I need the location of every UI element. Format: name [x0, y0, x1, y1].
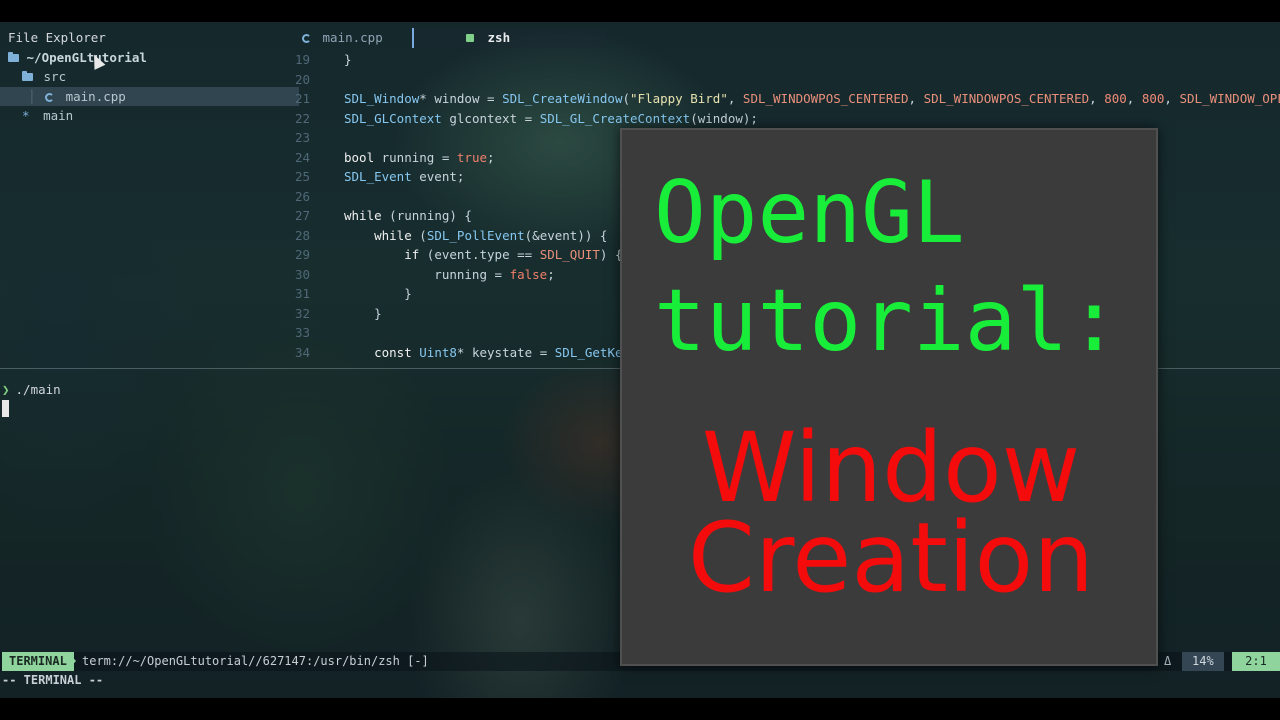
code-line: 31 }	[272, 284, 412, 303]
code-text: SDL_Event event;	[344, 169, 465, 184]
tree-item-label: main.cpp	[65, 89, 126, 104]
tree-item-root-folder[interactable]: ~/OpenGLtutorial	[0, 48, 279, 67]
line-number: 33	[294, 325, 310, 340]
cpp-file-icon	[45, 93, 55, 102]
code-line: 25 SDL_Event event;	[272, 167, 464, 186]
tab-main-cpp[interactable]: main.cpp	[292, 28, 422, 48]
tree-item-label: main	[43, 108, 74, 123]
code-line: 21 SDL_Window* window = SDL_CreateWindow(…	[272, 89, 1280, 108]
code-text: bool running = true;	[344, 149, 495, 165]
code-line: 24 bool running = true;	[272, 148, 495, 167]
status-percent: 14%	[1182, 652, 1224, 671]
tab-zsh[interactable]: zsh	[412, 28, 606, 48]
line-number: 32	[294, 305, 310, 321]
title-line-creation: Creation	[687, 502, 1095, 614]
terminal-command: ./main	[15, 382, 61, 397]
line-number: 22	[294, 110, 310, 126]
code-text: }	[344, 52, 352, 67]
line-number: 19	[294, 52, 310, 67]
tree-item-main-cpp[interactable]: │ main.cpp	[0, 87, 299, 106]
code-text: SDL_Window* window = SDL_CreateWindow("F…	[344, 91, 1280, 106]
code-text: }	[344, 286, 412, 301]
title-line-tutorial: tutorial:	[654, 271, 1120, 371]
tree-item-src-folder[interactable]: src	[0, 67, 293, 86]
terminal-pane[interactable]: ❯ ./main	[0, 382, 620, 642]
line-number: 20	[294, 71, 310, 87]
tab-bar: main.cpp zsh	[272, 28, 1280, 48]
line-number: 29	[294, 247, 310, 262]
title-card: OpenGL tutorial: Window Creation	[620, 128, 1158, 666]
terminal-cursor	[2, 400, 9, 417]
code-line: 29 if (event.type == SDL_QUIT) {	[272, 245, 623, 264]
status-path: term://~/OpenGLtutorial//627147:/usr/bin…	[82, 654, 429, 668]
tree-item-label: src	[43, 69, 67, 84]
tab-label: zsh	[487, 30, 511, 45]
executable-marker-icon: *	[22, 108, 30, 123]
explorer-title: File Explorer	[8, 30, 106, 45]
code-line: 20	[272, 70, 310, 89]
code-line: 19}	[272, 50, 352, 69]
tree-item-label: ~/OpenGLtutorial	[26, 50, 147, 65]
folder-icon	[8, 52, 19, 62]
tree-indent-guide: │	[28, 89, 36, 104]
delta-icon: Δ	[1164, 654, 1172, 668]
title-line-opengl: OpenGL	[654, 163, 965, 263]
line-number: 31	[294, 286, 310, 301]
tree-item-main-executable[interactable]: * main	[0, 106, 293, 125]
code-line: 32 }	[272, 304, 382, 323]
code-text: while (SDL_PollEvent(&event)) {	[374, 227, 608, 243]
code-line: 23	[272, 128, 310, 147]
code-line: 26	[272, 187, 310, 206]
mode-badge: TERMINAL	[2, 652, 74, 671]
cpp-file-icon	[302, 34, 311, 43]
code-line: 22 SDL_GLContext glcontext = SDL_GL_Creat…	[272, 109, 758, 128]
mode-badge-separator	[68, 652, 76, 670]
folder-icon	[22, 71, 33, 81]
code-text: }	[344, 305, 382, 321]
line-number: 25	[294, 169, 310, 184]
file-explorer: File Explorer ~/OpenGLtutorial src │ mai…	[0, 22, 299, 368]
mode-indicator: -- TERMINAL --	[2, 673, 104, 687]
tab-label: main.cpp	[322, 30, 383, 45]
code-line: 27 while (running) {	[272, 206, 472, 225]
code-line: 33	[272, 323, 310, 342]
terminal-prompt-line: ❯ ./main	[2, 382, 61, 397]
terminal-icon	[466, 34, 474, 42]
code-text: const Uint8* keystate = SDL_GetKeyboa	[374, 344, 653, 360]
status-cursor-position: 2:1	[1232, 652, 1280, 671]
line-number: 30	[294, 266, 310, 282]
code-text: running = false;	[344, 266, 555, 282]
code-text: SDL_GLContext glcontext = SDL_GL_CreateC…	[344, 110, 758, 126]
line-number: 27	[294, 208, 310, 223]
code-text: while (running) {	[344, 208, 472, 223]
code-line: 30 running = false;	[272, 265, 555, 284]
code-line: 34 const Uint8* keystate = SDL_GetKeyboa	[272, 343, 653, 362]
line-number: 26	[294, 188, 310, 204]
line-number: 21	[294, 91, 310, 106]
line-number: 34	[294, 344, 310, 360]
line-number: 24	[294, 149, 310, 165]
code-line: 28 while (SDL_PollEvent(&event)) {	[272, 226, 608, 245]
code-text: if (event.type == SDL_QUIT) {	[404, 247, 623, 262]
desktop-background: File Explorer ~/OpenGLtutorial src │ mai…	[0, 22, 1280, 698]
prompt-chevron-icon: ❯	[2, 382, 10, 397]
line-number: 23	[294, 130, 310, 145]
line-number: 28	[294, 227, 310, 243]
